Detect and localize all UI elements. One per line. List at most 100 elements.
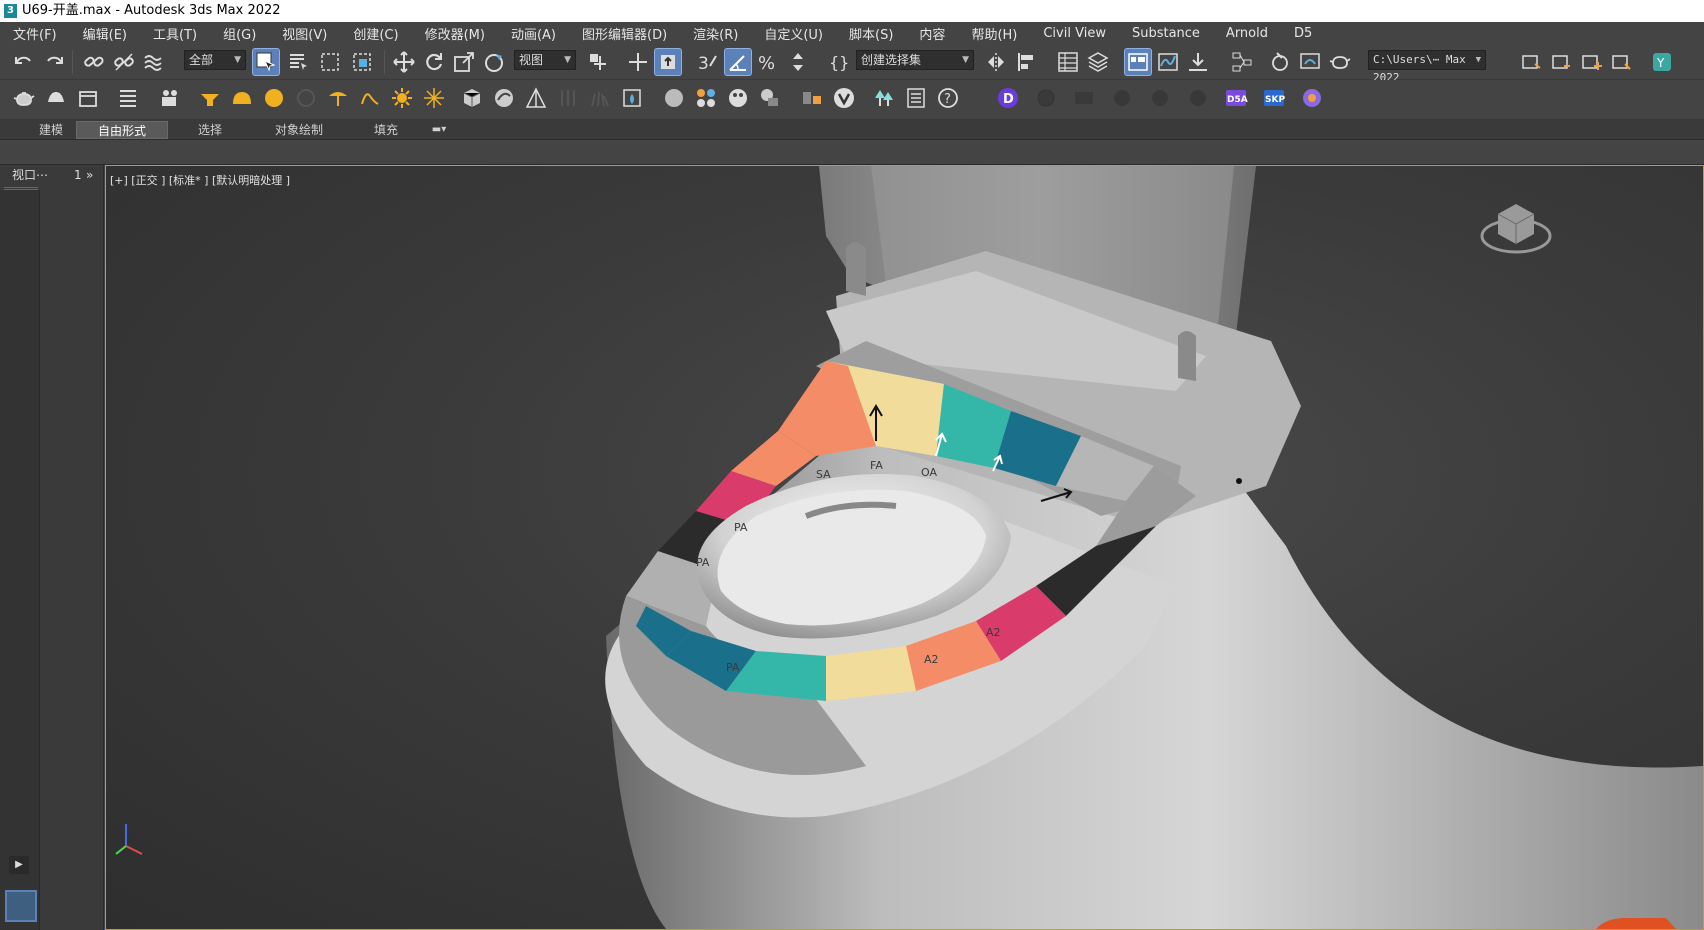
select-manipulate-icon[interactable] — [624, 48, 652, 76]
layer-explorer-icon[interactable] — [1084, 48, 1112, 76]
plugin-manager-icon[interactable]: Y — [1648, 48, 1676, 76]
menu-d5[interactable]: D5 — [1281, 26, 1325, 41]
menu-graph-editors[interactable]: 图形编辑器(D) — [569, 24, 680, 43]
select-by-name-icon[interactable] — [284, 48, 312, 76]
rotate-icon[interactable] — [420, 48, 448, 76]
project-path-dropdown[interactable]: C:\Users\⋯ Max 2022 ▼ — [1368, 50, 1486, 84]
menu-civil-view[interactable]: Civil View — [1030, 26, 1119, 41]
pivot-center-icon[interactable] — [584, 48, 612, 76]
bake-texture-icon[interactable] — [798, 84, 826, 112]
align-icon[interactable] — [1012, 48, 1040, 76]
menu-create[interactable]: 创建(C) — [340, 24, 411, 43]
material-sphere-icon[interactable] — [490, 84, 518, 112]
percent-snap-icon[interactable]: % — [754, 48, 782, 76]
mirror-icon[interactable] — [982, 48, 1010, 76]
play-arrow-icon[interactable]: ▶ — [9, 856, 29, 874]
menu-group[interactable]: 组(G) — [210, 24, 269, 43]
render-teapot-icon[interactable] — [1326, 48, 1354, 76]
unlink-icon[interactable] — [110, 48, 138, 76]
bind-spacewarp-icon[interactable] — [140, 48, 168, 76]
forest-icon[interactable] — [870, 84, 898, 112]
schematic-view-icon[interactable] — [1228, 48, 1256, 76]
skp-export-icon[interactable]: SKP — [1260, 84, 1288, 112]
scatter-icon[interactable] — [554, 84, 582, 112]
move-icon[interactable] — [390, 48, 418, 76]
edit-named-selection-icon[interactable]: {} — [826, 48, 854, 76]
menu-modifiers[interactable]: 修改器(M) — [412, 24, 498, 43]
menu-scripting[interactable]: 脚本(S) — [836, 24, 906, 43]
select-object-icon[interactable] — [252, 48, 280, 76]
spotlight-icon[interactable] — [196, 84, 224, 112]
angle-snap-icon[interactable] — [724, 48, 752, 76]
keyboard-shortcut-toggle-icon[interactable] — [654, 48, 682, 76]
material-box-icon[interactable] — [458, 84, 486, 112]
ribbon-toggle-icon[interactable] — [1124, 48, 1152, 76]
palette-icon[interactable] — [724, 84, 752, 112]
material-editor-icon[interactable] — [1266, 48, 1294, 76]
sky-light-icon[interactable] — [420, 84, 448, 112]
window-crossing-icon[interactable] — [348, 48, 376, 76]
place-icon[interactable] — [480, 48, 508, 76]
named-selection-set-dropdown[interactable]: 创建选择集 ▼ — [856, 50, 974, 70]
help-icon[interactable]: ? — [934, 84, 962, 112]
d5-disabled-5-icon[interactable] — [1184, 84, 1212, 112]
render-setup-icon[interactable] — [1296, 48, 1324, 76]
d5-render-icon[interactable]: D — [994, 84, 1022, 112]
menu-view[interactable]: 视图(V) — [269, 24, 340, 43]
menu-file[interactable]: 文件(F) — [0, 24, 70, 43]
omni-light-icon[interactable] — [292, 84, 320, 112]
create-project-icon[interactable] — [1578, 48, 1606, 76]
curve-editor-icon[interactable] — [1154, 48, 1182, 76]
ribbon-tab-modeling[interactable]: 建模 — [30, 121, 72, 139]
photometric-light-icon[interactable] — [356, 84, 384, 112]
scene-explorer-icon[interactable] — [1054, 48, 1082, 76]
link-icon[interactable] — [80, 48, 108, 76]
project-folder-icon[interactable] — [1518, 48, 1546, 76]
camera-icon[interactable] — [156, 84, 184, 112]
viewport-thumbnail[interactable] — [5, 890, 37, 922]
d5-settings-gear-icon[interactable] — [1298, 84, 1326, 112]
d5a-export-icon[interactable]: D5A — [1222, 84, 1250, 112]
menu-content[interactable]: 内容 — [906, 24, 958, 43]
redo-icon[interactable] — [40, 48, 68, 76]
menu-animation[interactable]: 动画(A) — [498, 24, 569, 43]
shaded-sphere-icon[interactable] — [660, 84, 688, 112]
sun-icon[interactable] — [388, 84, 416, 112]
ribbon-tab-selection[interactable]: 选择 — [190, 121, 230, 139]
undo-icon[interactable] — [10, 48, 38, 76]
menu-customize[interactable]: 自定义(U) — [751, 24, 836, 43]
teapot-icon[interactable] — [10, 84, 38, 112]
expand-chevron-icon[interactable]: » — [86, 165, 93, 185]
box-icon[interactable] — [74, 84, 102, 112]
grass-icon[interactable] — [586, 84, 614, 112]
rect-selection-icon[interactable] — [316, 48, 344, 76]
notes-icon[interactable] — [902, 84, 930, 112]
open-project-icon[interactable] — [1548, 48, 1576, 76]
sun-sphere-icon[interactable] — [260, 84, 288, 112]
ribbon-options-icon[interactable]: ▬▾ — [426, 121, 452, 139]
material-slots-icon[interactable] — [756, 84, 784, 112]
fire-effect-icon[interactable] — [618, 84, 646, 112]
layer-list-icon[interactable] — [114, 84, 142, 112]
selection-filter-dropdown[interactable]: 全部 ▼ — [184, 50, 246, 70]
viewport-perspective[interactable]: [+] [正交 ] [标准* ] [默认明暗处理 ] SA FA OA PA P… — [105, 165, 1704, 930]
set-active-project-icon[interactable] — [1608, 48, 1636, 76]
d5-disabled-3-icon[interactable] — [1108, 84, 1136, 112]
ribbon-tab-populate[interactable]: 填充 — [364, 121, 408, 139]
menu-help[interactable]: 帮助(H) — [958, 24, 1030, 43]
ribbon-tab-freeform[interactable]: 自由形式 — [76, 121, 168, 139]
snaps-3d-icon[interactable]: 3 — [694, 48, 722, 76]
menu-tools[interactable]: 工具(T) — [140, 24, 210, 43]
perspective-icon[interactable] — [522, 84, 550, 112]
menu-substance[interactable]: Substance — [1119, 26, 1213, 41]
ribbon-tab-object-paint[interactable]: 对象绘制 — [266, 121, 332, 139]
multi-material-icon[interactable] — [692, 84, 720, 112]
reference-coord-dropdown[interactable]: 视图 ▼ — [514, 50, 576, 70]
dope-sheet-icon[interactable] — [1184, 48, 1212, 76]
vray-icon[interactable] — [830, 84, 858, 112]
sphere-icon[interactable] — [42, 84, 70, 112]
menu-arnold[interactable]: Arnold — [1213, 26, 1281, 41]
menu-edit[interactable]: 编辑(E) — [70, 24, 140, 43]
d5-disabled-4-icon[interactable] — [1146, 84, 1174, 112]
dome-light-icon[interactable] — [228, 84, 256, 112]
